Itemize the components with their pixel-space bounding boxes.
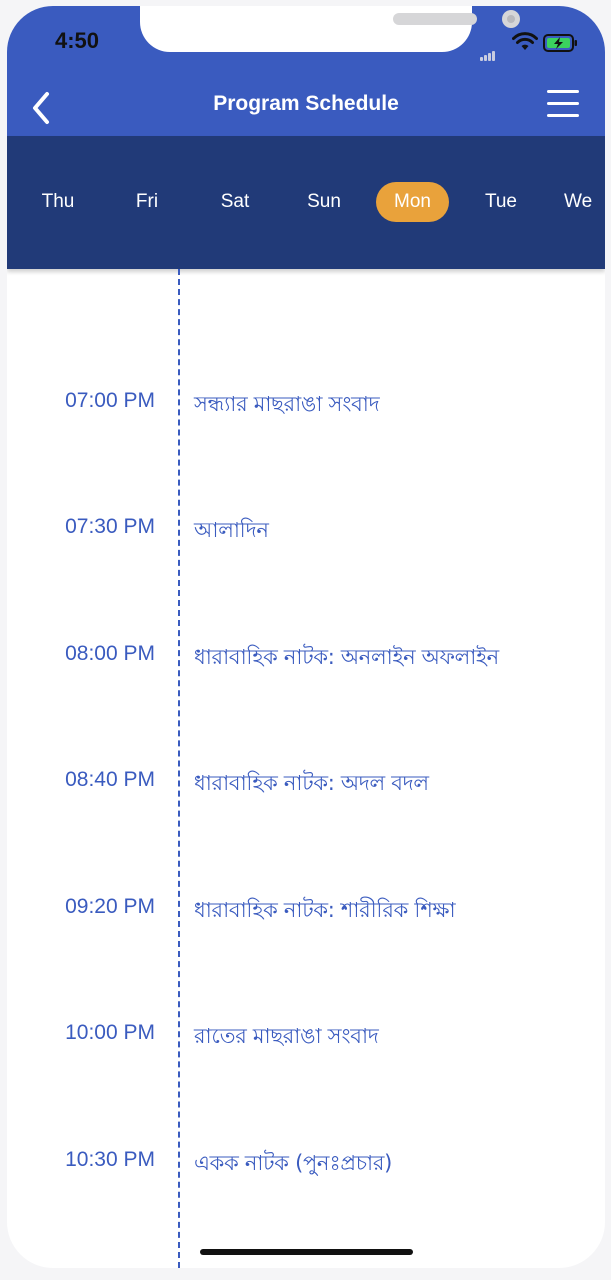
day-tab-tue[interactable]: Tue [475,182,527,222]
wifi-icon [512,32,538,50]
back-chevron-icon [33,92,49,124]
battery-charging-icon [543,34,577,52]
front-camera [502,10,520,28]
menu-button[interactable] [547,90,579,124]
day-selector: Thu Fri Sat Sun Mon Tue We [7,136,605,269]
schedule-row[interactable]: 07:30 PM আলাদিন [7,507,605,547]
status-time: 4:50 [55,28,100,53]
program-title: সন্ধ্যার মাছরাঙা সংবাদ [194,392,380,416]
program-time: 08:40 PM [65,768,155,791]
app-header: 4:50 Program Schedule [7,6,605,136]
program-time: 10:00 PM [65,1021,155,1044]
schedule-row[interactable]: 10:30 PM একক নাটক (পুনঃপ্রচার) [7,1140,605,1180]
day-tab-mon[interactable]: Mon [376,182,449,222]
schedule-row[interactable]: 10:00 PM রাতের মাছরাঙা সংবাদ [7,1013,605,1053]
schedule-row[interactable]: 08:00 PM ধারাবাহিক নাটক: অনলাইন অফলাইন [7,634,605,674]
program-time: 07:00 PM [65,389,155,412]
day-tab-wed[interactable]: We [564,182,605,222]
program-title: ধারাবাহিক নাটক: অদল বদল [194,771,429,795]
phone-screen: 4:50 Program Schedule Thu Fri Sat Sun Mo… [7,6,605,1268]
program-title: ধারাবাহিক নাটক: শারীরিক শিক্ষা [194,898,456,922]
schedule-row[interactable]: 08:40 PM ধারাবাহিক নাটক: অদল বদল [7,760,605,800]
program-time: 08:00 PM [65,642,155,665]
program-time: 07:30 PM [65,515,155,538]
day-tab-thu[interactable]: Thu [33,182,83,222]
program-time: 09:20 PM [65,895,155,918]
hamburger-menu-icon [547,90,579,117]
program-title: একক নাটক (পুনঃপ্রচার) [194,1151,392,1175]
program-title: রাতের মাছরাঙা সংবাদ [194,1024,379,1048]
back-button[interactable] [25,88,61,128]
signal-icon [480,42,496,61]
program-time: 10:30 PM [65,1148,155,1171]
schedule-list: 07:00 PM সন্ধ্যার মাছরাঙা সংবাদ 07:30 PM… [7,269,605,1268]
schedule-row[interactable]: 09:20 PM ধারাবাহিক নাটক: শারীরিক শিক্ষা [7,887,605,927]
speaker-grille [393,13,477,25]
program-title: আলাদিন [194,518,269,542]
schedule-row[interactable]: 07:00 PM সন্ধ্যার মাছরাঙা সংবাদ [7,381,605,421]
day-tab-sun[interactable]: Sun [298,182,350,222]
home-indicator[interactable] [200,1249,413,1255]
page-title: Program Schedule [213,92,399,115]
device-notch [140,6,520,52]
day-tab-fri[interactable]: Fri [123,182,171,222]
program-title: ধারাবাহিক নাটক: অনলাইন অফলাইন [194,645,499,669]
day-tab-sat[interactable]: Sat [209,182,261,222]
